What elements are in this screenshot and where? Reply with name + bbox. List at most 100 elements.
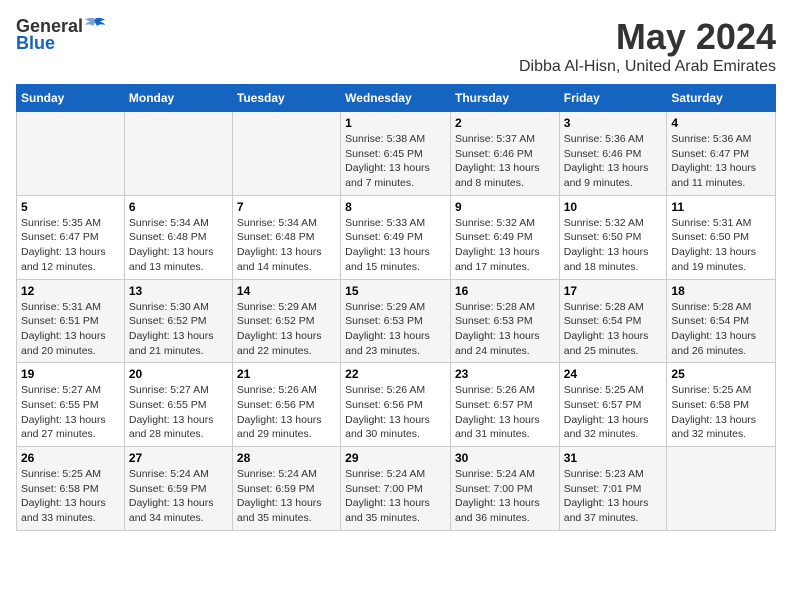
day-info: Sunrise: 5:25 AM Sunset: 6:58 PM Dayligh… [671,384,756,440]
day-info: Sunrise: 5:28 AM Sunset: 6:54 PM Dayligh… [671,301,756,357]
calendar-cell: 15 Sunrise: 5:29 AM Sunset: 6:53 PM Dayli… [341,279,451,363]
day-number: 20 [129,367,228,381]
calendar-cell: 18 Sunrise: 5:28 AM Sunset: 6:54 PM Dayli… [667,279,776,363]
calendar-cell: 26Sunrise: 5:25 AM Sunset: 6:58 PM Dayli… [17,447,125,531]
calendar-cell: 29 Sunrise: 5:24 AM Sunset: 7:00 PM Dayli… [341,447,451,531]
day-number: 8 [345,200,446,214]
calendar-cell [124,112,232,196]
day-info: Sunrise: 5:36 AM Sunset: 6:46 PM Dayligh… [564,133,649,189]
day-info: Sunrise: 5:24 AM Sunset: 7:00 PM Dayligh… [455,468,540,524]
calendar-cell: 24 Sunrise: 5:25 AM Sunset: 6:57 PM Dayli… [559,363,667,447]
calendar-cell [667,447,776,531]
day-number: 27 [129,451,228,465]
day-info: Sunrise: 5:24 AM Sunset: 7:00 PM Dayligh… [345,468,430,524]
header-day: Sunday [17,85,125,112]
day-info: Sunrise: 5:26 AM Sunset: 6:57 PM Dayligh… [455,384,540,440]
calendar-cell: 2 Sunrise: 5:37 AM Sunset: 6:46 PM Daylig… [450,112,559,196]
header-day: Monday [124,85,232,112]
day-info: Sunrise: 5:37 AM Sunset: 6:46 PM Dayligh… [455,133,540,189]
day-number: 21 [237,367,336,381]
calendar-week-row: 5Sunrise: 5:35 AM Sunset: 6:47 PM Daylig… [17,195,776,279]
day-number: 12 [21,284,120,298]
page-header: General Blue May 2024 Dibba Al-Hisn, Uni… [16,16,776,76]
day-info: Sunrise: 5:24 AM Sunset: 6:59 PM Dayligh… [129,468,214,524]
calendar-cell: 31Sunrise: 5:23 AM Sunset: 7:01 PM Dayli… [559,447,667,531]
calendar-cell: 3 Sunrise: 5:36 AM Sunset: 6:46 PM Daylig… [559,112,667,196]
day-info: Sunrise: 5:26 AM Sunset: 6:56 PM Dayligh… [237,384,322,440]
day-number: 16 [455,284,555,298]
day-number: 13 [129,284,228,298]
calendar-cell [232,112,340,196]
calendar-cell: 8 Sunrise: 5:33 AM Sunset: 6:49 PM Daylig… [341,195,451,279]
calendar-cell: 16 Sunrise: 5:28 AM Sunset: 6:53 PM Dayli… [450,279,559,363]
day-number: 14 [237,284,336,298]
day-number: 24 [564,367,663,381]
day-info: Sunrise: 5:38 AM Sunset: 6:45 PM Dayligh… [345,133,430,189]
title-block: May 2024 Dibba Al-Hisn, United Arab Emir… [519,16,776,76]
header-day: Saturday [667,85,776,112]
header-day: Tuesday [232,85,340,112]
day-info: Sunrise: 5:26 AM Sunset: 6:56 PM Dayligh… [345,384,430,440]
day-info: Sunrise: 5:32 AM Sunset: 6:49 PM Dayligh… [455,217,540,273]
day-info: Sunrise: 5:33 AM Sunset: 6:49 PM Dayligh… [345,217,430,273]
day-number: 29 [345,451,446,465]
header-row: SundayMondayTuesdayWednesdayThursdayFrid… [17,85,776,112]
logo-bird-icon [85,17,105,33]
day-number: 9 [455,200,555,214]
day-info: Sunrise: 5:28 AM Sunset: 6:53 PM Dayligh… [455,301,540,357]
day-info: Sunrise: 5:24 AM Sunset: 6:59 PM Dayligh… [237,468,322,524]
day-number: 30 [455,451,555,465]
day-info: Sunrise: 5:28 AM Sunset: 6:54 PM Dayligh… [564,301,649,357]
calendar-cell [17,112,125,196]
header-day: Thursday [450,85,559,112]
calendar-cell: 5Sunrise: 5:35 AM Sunset: 6:47 PM Daylig… [17,195,125,279]
calendar-cell: 30 Sunrise: 5:24 AM Sunset: 7:00 PM Dayli… [450,447,559,531]
calendar-cell: 1Sunrise: 5:38 AM Sunset: 6:45 PM Daylig… [341,112,451,196]
calendar-table: SundayMondayTuesdayWednesdayThursdayFrid… [16,84,776,531]
logo: General Blue [16,16,105,54]
day-number: 31 [564,451,663,465]
calendar-cell: 13 Sunrise: 5:30 AM Sunset: 6:52 PM Dayli… [124,279,232,363]
subtitle: Dibba Al-Hisn, United Arab Emirates [519,58,776,76]
day-number: 19 [21,367,120,381]
main-title: May 2024 [519,16,776,58]
day-info: Sunrise: 5:34 AM Sunset: 6:48 PM Dayligh… [129,217,214,273]
calendar-cell: 21 Sunrise: 5:26 AM Sunset: 6:56 PM Dayli… [232,363,340,447]
day-number: 25 [671,367,771,381]
day-number: 7 [237,200,336,214]
day-info: Sunrise: 5:30 AM Sunset: 6:52 PM Dayligh… [129,301,214,357]
day-info: Sunrise: 5:31 AM Sunset: 6:50 PM Dayligh… [671,217,756,273]
calendar-cell: 23 Sunrise: 5:26 AM Sunset: 6:57 PM Dayli… [450,363,559,447]
day-info: Sunrise: 5:25 AM Sunset: 6:58 PM Dayligh… [21,468,106,524]
day-info: Sunrise: 5:27 AM Sunset: 6:55 PM Dayligh… [21,384,106,440]
day-info: Sunrise: 5:29 AM Sunset: 6:52 PM Dayligh… [237,301,322,357]
day-number: 22 [345,367,446,381]
day-number: 3 [564,116,663,130]
calendar-cell: 19 Sunrise: 5:27 AM Sunset: 6:55 PM Dayli… [17,363,125,447]
day-info: Sunrise: 5:34 AM Sunset: 6:48 PM Dayligh… [237,217,322,273]
day-number: 2 [455,116,555,130]
day-number: 18 [671,284,771,298]
calendar-cell: 4Sunrise: 5:36 AM Sunset: 6:47 PM Daylig… [667,112,776,196]
calendar-cell: 11 Sunrise: 5:31 AM Sunset: 6:50 PM Dayli… [667,195,776,279]
day-number: 17 [564,284,663,298]
day-number: 15 [345,284,446,298]
day-info: Sunrise: 5:25 AM Sunset: 6:57 PM Dayligh… [564,384,649,440]
day-number: 23 [455,367,555,381]
calendar-cell: 25 Sunrise: 5:25 AM Sunset: 6:58 PM Dayli… [667,363,776,447]
header-day: Wednesday [341,85,451,112]
logo-blue-text: Blue [16,33,55,54]
calendar-cell: 22 Sunrise: 5:26 AM Sunset: 6:56 PM Dayli… [341,363,451,447]
calendar-week-row: 26Sunrise: 5:25 AM Sunset: 6:58 PM Dayli… [17,447,776,531]
day-info: Sunrise: 5:35 AM Sunset: 6:47 PM Dayligh… [21,217,106,273]
calendar-week-row: 12 Sunrise: 5:31 AM Sunset: 6:51 PM Dayli… [17,279,776,363]
calendar-cell: 28Sunrise: 5:24 AM Sunset: 6:59 PM Dayli… [232,447,340,531]
calendar-week-row: 1Sunrise: 5:38 AM Sunset: 6:45 PM Daylig… [17,112,776,196]
day-info: Sunrise: 5:29 AM Sunset: 6:53 PM Dayligh… [345,301,430,357]
day-number: 11 [671,200,771,214]
day-number: 4 [671,116,771,130]
calendar-cell: 7 Sunrise: 5:34 AM Sunset: 6:48 PM Daylig… [232,195,340,279]
day-number: 10 [564,200,663,214]
day-info: Sunrise: 5:32 AM Sunset: 6:50 PM Dayligh… [564,217,649,273]
day-info: Sunrise: 5:31 AM Sunset: 6:51 PM Dayligh… [21,301,106,357]
